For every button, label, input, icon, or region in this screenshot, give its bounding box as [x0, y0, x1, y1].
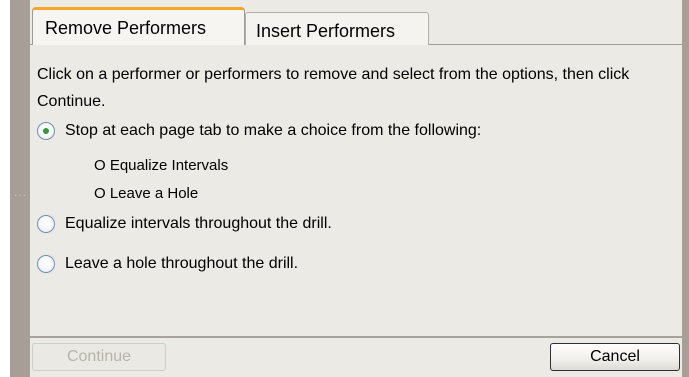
- option-stop-at-each-page[interactable]: Stop at each page tab to make a choice f…: [37, 122, 481, 140]
- radio-unselected-icon[interactable]: [37, 215, 55, 233]
- sub-option-equalize-intervals: O Equalize Intervals: [94, 157, 229, 174]
- tab-remove-performers[interactable]: Remove Performers: [32, 7, 245, 45]
- option-equalize-intervals[interactable]: Equalize intervals throughout the drill.: [37, 215, 332, 233]
- remove-performers-dialog: Remove Performers Insert Performers Clic…: [30, 0, 682, 377]
- cancel-button[interactable]: Cancel: [550, 343, 680, 371]
- tab-panel: Click on a performer or performers to re…: [30, 44, 682, 338]
- continue-button[interactable]: Continue: [32, 343, 166, 371]
- tab-insert-performers[interactable]: Insert Performers: [245, 12, 429, 45]
- option-label: Equalize intervals throughout the drill.: [65, 215, 332, 232]
- sub-option-leave-a-hole: O Leave a Hole: [94, 185, 199, 202]
- resize-grip-icon[interactable]: ···: [14, 190, 27, 201]
- option-label: Leave a hole throughout the drill.: [65, 255, 299, 272]
- window: ··· Remove Performers Insert Performers …: [0, 0, 689, 377]
- radio-selected-icon[interactable]: [37, 122, 55, 140]
- radio-unselected-icon[interactable]: [37, 255, 55, 273]
- option-label: Stop at each page tab to make a choice f…: [65, 122, 482, 139]
- tab-label: Remove Performers: [45, 18, 207, 38]
- instructions-text: Click on a performer or performers to re…: [37, 66, 630, 110]
- right-frame-strip: [682, 0, 689, 377]
- tab-label: Insert Performers: [256, 21, 396, 41]
- option-leave-a-hole[interactable]: Leave a hole throughout the drill.: [37, 255, 298, 273]
- left-frame-strip: [10, 0, 30, 377]
